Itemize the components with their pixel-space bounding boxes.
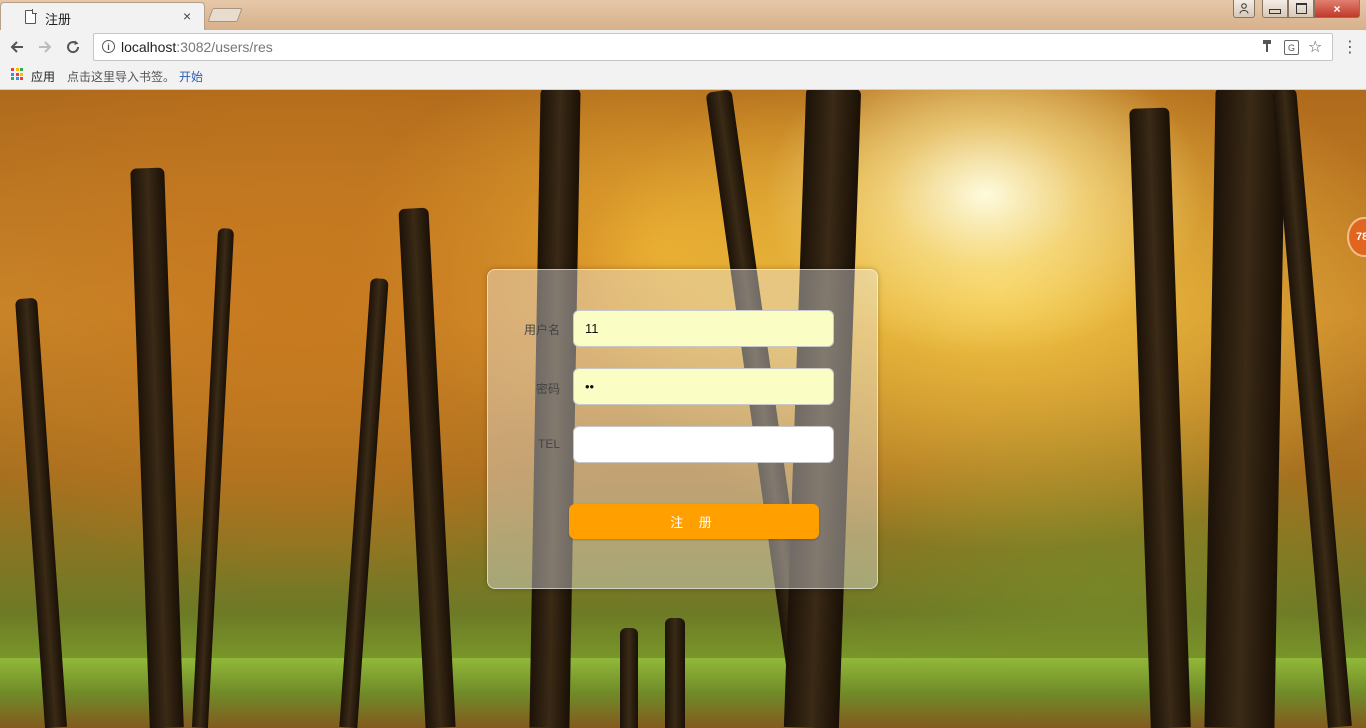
user-profile-button[interactable]	[1233, 0, 1255, 18]
start-link[interactable]: 开始	[179, 68, 203, 85]
reload-icon	[67, 40, 80, 54]
page-icon	[25, 9, 37, 24]
forward-button[interactable]	[34, 36, 56, 58]
apps-icon[interactable]	[11, 68, 23, 80]
restore-button[interactable]	[1288, 0, 1314, 18]
translate-icon[interactable]: G	[1284, 40, 1299, 55]
star-icon[interactable]: ☆	[1308, 37, 1322, 57]
window-close-button[interactable]: ×	[1314, 0, 1360, 18]
tab-title: 注册	[45, 12, 72, 27]
apps-bookmark[interactable]: 应用	[31, 68, 55, 85]
bookmarks-bar: 应用 点击这里导入书签。 开始	[0, 64, 1366, 90]
tree-trunk	[398, 207, 456, 728]
register-button[interactable]: 注 册	[569, 504, 819, 539]
tree-trunk	[1204, 90, 1286, 728]
tree-trunk	[130, 167, 184, 728]
back-button[interactable]	[6, 36, 28, 58]
tree-trunk	[1129, 107, 1191, 728]
tree-trunk	[665, 618, 685, 728]
page-background: 用户名 11 密码 •• TEL 注 册 78	[0, 90, 1366, 728]
address-bar[interactable]: i localhost:3082/users/res G ☆	[93, 33, 1333, 61]
password-label: 密码	[535, 382, 560, 396]
url-text[interactable]: localhost:3082/users/res	[121, 39, 273, 55]
user-icon	[1239, 3, 1249, 14]
browser-toolbar: i localhost:3082/users/res G ☆ ⋮	[0, 30, 1366, 64]
reload-button[interactable]	[62, 36, 84, 58]
key-icon[interactable]	[1262, 39, 1272, 56]
password-input[interactable]: ••	[573, 368, 834, 405]
username-label: 用户名	[523, 323, 560, 337]
new-tab-button[interactable]	[207, 8, 243, 22]
tree-trunk	[620, 628, 638, 728]
tab-close-icon[interactable]: ×	[183, 8, 191, 24]
minimize-button[interactable]	[1262, 0, 1288, 18]
title-bar: 注册 × ×	[0, 0, 1366, 30]
register-form: 用户名 11 密码 •• TEL 注 册	[487, 269, 878, 589]
import-bookmarks-hint[interactable]: 点击这里导入书签。	[67, 68, 175, 85]
tree-trunk	[191, 227, 235, 728]
username-input[interactable]: 11	[573, 310, 834, 347]
forward-icon	[39, 41, 52, 53]
info-icon[interactable]: i	[102, 40, 115, 53]
tel-input[interactable]	[573, 426, 834, 463]
back-icon	[10, 41, 23, 53]
tree-trunk	[1272, 90, 1352, 728]
browser-tab[interactable]: 注册 ×	[0, 2, 205, 30]
tel-label: TEL	[537, 437, 560, 451]
menu-icon[interactable]: ⋮	[1342, 37, 1358, 57]
side-badge[interactable]: 78	[1347, 217, 1366, 257]
